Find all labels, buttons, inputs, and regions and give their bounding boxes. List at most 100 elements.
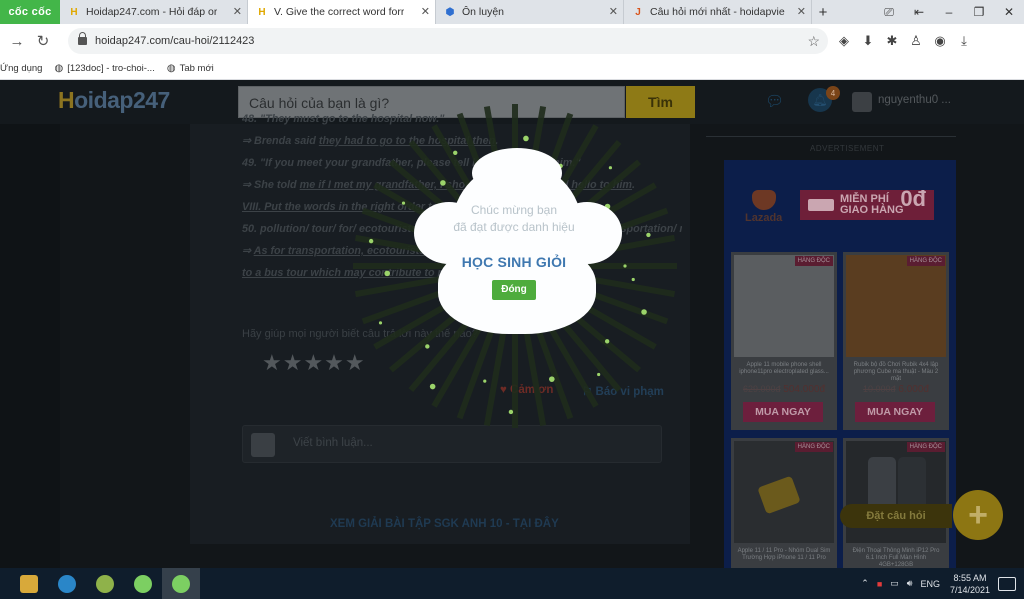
extension-icon[interactable]: ◈: [832, 33, 856, 49]
achievement-content: Chúc mừng bạn đã đạt được danh hiệu HỌC …: [426, 202, 602, 300]
burst-sparkle: [425, 344, 430, 349]
ad-product-card[interactable]: HÀNG ĐỘC Apple 11 mobile phone shell iph…: [731, 252, 837, 430]
bookmark-label: Tab mới: [179, 63, 214, 74]
coccoc-active-taskbar-icon[interactable]: [162, 568, 200, 599]
product-image: [846, 255, 946, 357]
tab-title: Câu hỏi mới nhất - hoidapvie: [650, 6, 785, 18]
bookmark-star-icon[interactable]: ☆: [807, 33, 820, 50]
ask-question-button[interactable]: Đặt câu hỏi: [840, 504, 952, 528]
chat-icon[interactable]: 💬︎: [765, 92, 784, 110]
download-save-icon[interactable]: ⬇: [856, 33, 880, 49]
bookmarks-bar: Ứng dụng ◍ [123doc] - tro-choi-... ◍ Tab…: [0, 58, 1024, 80]
tab-on-luyen[interactable]: ⬢ Ôn luyện ✕: [436, 0, 624, 24]
product-tag: HÀNG ĐỘC: [906, 256, 945, 266]
windows-taskbar: ⌃ ■ ▭ 🔊︎ ENG 8:55 AM 7/14/2021: [0, 568, 1024, 599]
address-url: hoidap247.com/cau-hoi/2112423: [95, 35, 255, 47]
bookmark-123doc[interactable]: ◍ [123doc] - tro-choi-...: [54, 63, 154, 74]
site-logo[interactable]: Hoidap247: [58, 87, 170, 114]
lazada-logo: Lazada: [745, 190, 782, 224]
comment-placeholder: Viết bình luận...: [293, 437, 373, 449]
buy-now-button[interactable]: MUA NGAY: [855, 402, 935, 422]
close-icon[interactable]: ✕: [797, 5, 806, 18]
new-tab-button[interactable]: +: [812, 0, 834, 24]
profile-sync-icon[interactable]: ♙: [904, 33, 928, 49]
add-question-fab[interactable]: +: [953, 490, 1003, 540]
burst-sparkle: [378, 321, 383, 325]
close-modal-button[interactable]: Đóng: [492, 280, 536, 300]
bookmark-label: [123doc] - tro-choi-...: [67, 63, 155, 74]
edge-icon[interactable]: [48, 568, 86, 599]
avatar: [251, 433, 275, 457]
close-icon[interactable]: ✕: [233, 5, 242, 18]
burst-sparkle: [549, 376, 555, 382]
sidebar-divider: [706, 136, 956, 137]
download-icon[interactable]: ⤓: [952, 33, 976, 49]
system-tray: ⌃ ■ ▭ 🔊︎ ENG 8:55 AM 7/14/2021: [853, 572, 1024, 596]
globe-icon: ◍: [54, 63, 64, 74]
hoidap-favicon-icon: H: [70, 6, 78, 18]
app-icon[interactable]: [86, 568, 124, 599]
clock-date: 7/14/2021: [949, 584, 990, 595]
back-list-icon[interactable]: ⇤: [904, 5, 934, 19]
extensions-bar: ◈ ⬇ ✱ ♙ ◉ ⤓: [832, 33, 976, 49]
sgk-link[interactable]: XEM GIẢI BÀI TẬP SGK ANH 10 - TẠI ĐÂY: [330, 518, 559, 530]
bookmark-tab-moi[interactable]: ◍ Tab mới: [167, 63, 214, 74]
network-icon[interactable]: ▭: [890, 578, 899, 589]
forward-icon[interactable]: →: [4, 33, 30, 50]
product-name: Điện Thoại Thông Minh iP12 Pro 6.1 Inch …: [852, 548, 940, 568]
puzzle-icon[interactable]: ✱: [880, 33, 904, 49]
reload-icon[interactable]: ↻: [30, 32, 56, 50]
file-explorer-icon[interactable]: [10, 568, 48, 599]
clock-time: 8:55 AM: [953, 572, 987, 583]
burst-sparkle: [508, 409, 514, 415]
lazada-heart-icon: [751, 190, 776, 210]
buy-now-button[interactable]: MUA NGAY: [743, 402, 823, 422]
product-tag: HÀNG ĐỘC: [794, 442, 833, 452]
hoidap-favicon-icon: H: [258, 6, 266, 18]
close-icon[interactable]: ✕: [421, 5, 430, 18]
notification-center-icon[interactable]: [998, 576, 1016, 591]
burst-sparkle: [384, 270, 391, 277]
left-gutter: [0, 124, 60, 568]
ad-product-card[interactable]: HÀNG ĐỘC Rubik bộ đồ Chơi Rubik 4x4 lập …: [843, 252, 949, 430]
address-bar[interactable]: hoidap247.com/cau-hoi/2112423 ☆: [68, 28, 828, 54]
burst-sparkle: [483, 379, 487, 383]
notification-badge: 4: [826, 86, 840, 100]
congrats-line-1: Chúc mừng bạn: [470, 203, 558, 217]
cast-icon[interactable]: ⎚: [874, 5, 904, 20]
browser-tab-strip: cốc cốc H Hoidap247.com - Hỏi đáp or ✕ H…: [0, 0, 1024, 24]
tab-give-correct-word[interactable]: H V. Give the correct word forr ✕: [248, 0, 436, 24]
clock[interactable]: 8:55 AM 7/14/2021: [950, 572, 990, 596]
burst-sparkle: [597, 372, 601, 377]
j-favicon-icon: J: [635, 6, 641, 18]
chevron-up-icon[interactable]: ⌃: [861, 578, 869, 589]
volume-icon[interactable]: 🔊︎: [907, 578, 913, 589]
avatar[interactable]: [852, 92, 872, 112]
globe-icon: ◍: [166, 63, 176, 74]
tab-hoidap-home[interactable]: H Hoidap247.com - Hỏi đáp or ✕: [60, 0, 248, 24]
coccoc-brand-button[interactable]: cốc cốc: [0, 0, 60, 24]
close-icon[interactable]: ✕: [609, 5, 618, 18]
truck-icon: [808, 199, 834, 211]
tab-cau-hoi-moi[interactable]: J Câu hỏi mới nhất - hoidapvie ✕: [624, 0, 812, 24]
coccoc-taskbar-icon[interactable]: [124, 568, 162, 599]
window-controls: ⎚ ⇤ – ❐ ✕: [874, 0, 1024, 24]
product-price: 629.000đ 504.000đ: [742, 384, 826, 395]
bookmark-apps[interactable]: Ứng dụng: [0, 63, 42, 74]
browser-toolbar: → ↻ hoidap247.com/cau-hoi/2112423 ☆ ◈ ⬇ …: [0, 24, 1024, 58]
burst-sparkle: [368, 238, 374, 244]
restore-icon[interactable]: ❐: [964, 5, 994, 19]
minimize-icon[interactable]: –: [934, 5, 964, 19]
language-indicator[interactable]: ENG: [920, 579, 940, 589]
coccoc-mascot-icon[interactable]: ◉: [928, 33, 952, 49]
username[interactable]: nguyenthu0 ...: [878, 94, 951, 106]
burst-sparkle: [646, 232, 651, 238]
antivirus-icon[interactable]: ■: [877, 579, 882, 589]
bookmark-label: Ứng dụng: [0, 63, 43, 74]
close-window-icon[interactable]: ✕: [994, 5, 1024, 19]
advertisement-label: ADVERTISEMENT: [810, 144, 885, 153]
burst-sparkle: [623, 264, 627, 268]
tab-title: Hoidap247.com - Hỏi đáp or: [86, 6, 218, 18]
burst-sparkle: [631, 277, 635, 282]
yellow-iphone-image: [758, 476, 800, 514]
